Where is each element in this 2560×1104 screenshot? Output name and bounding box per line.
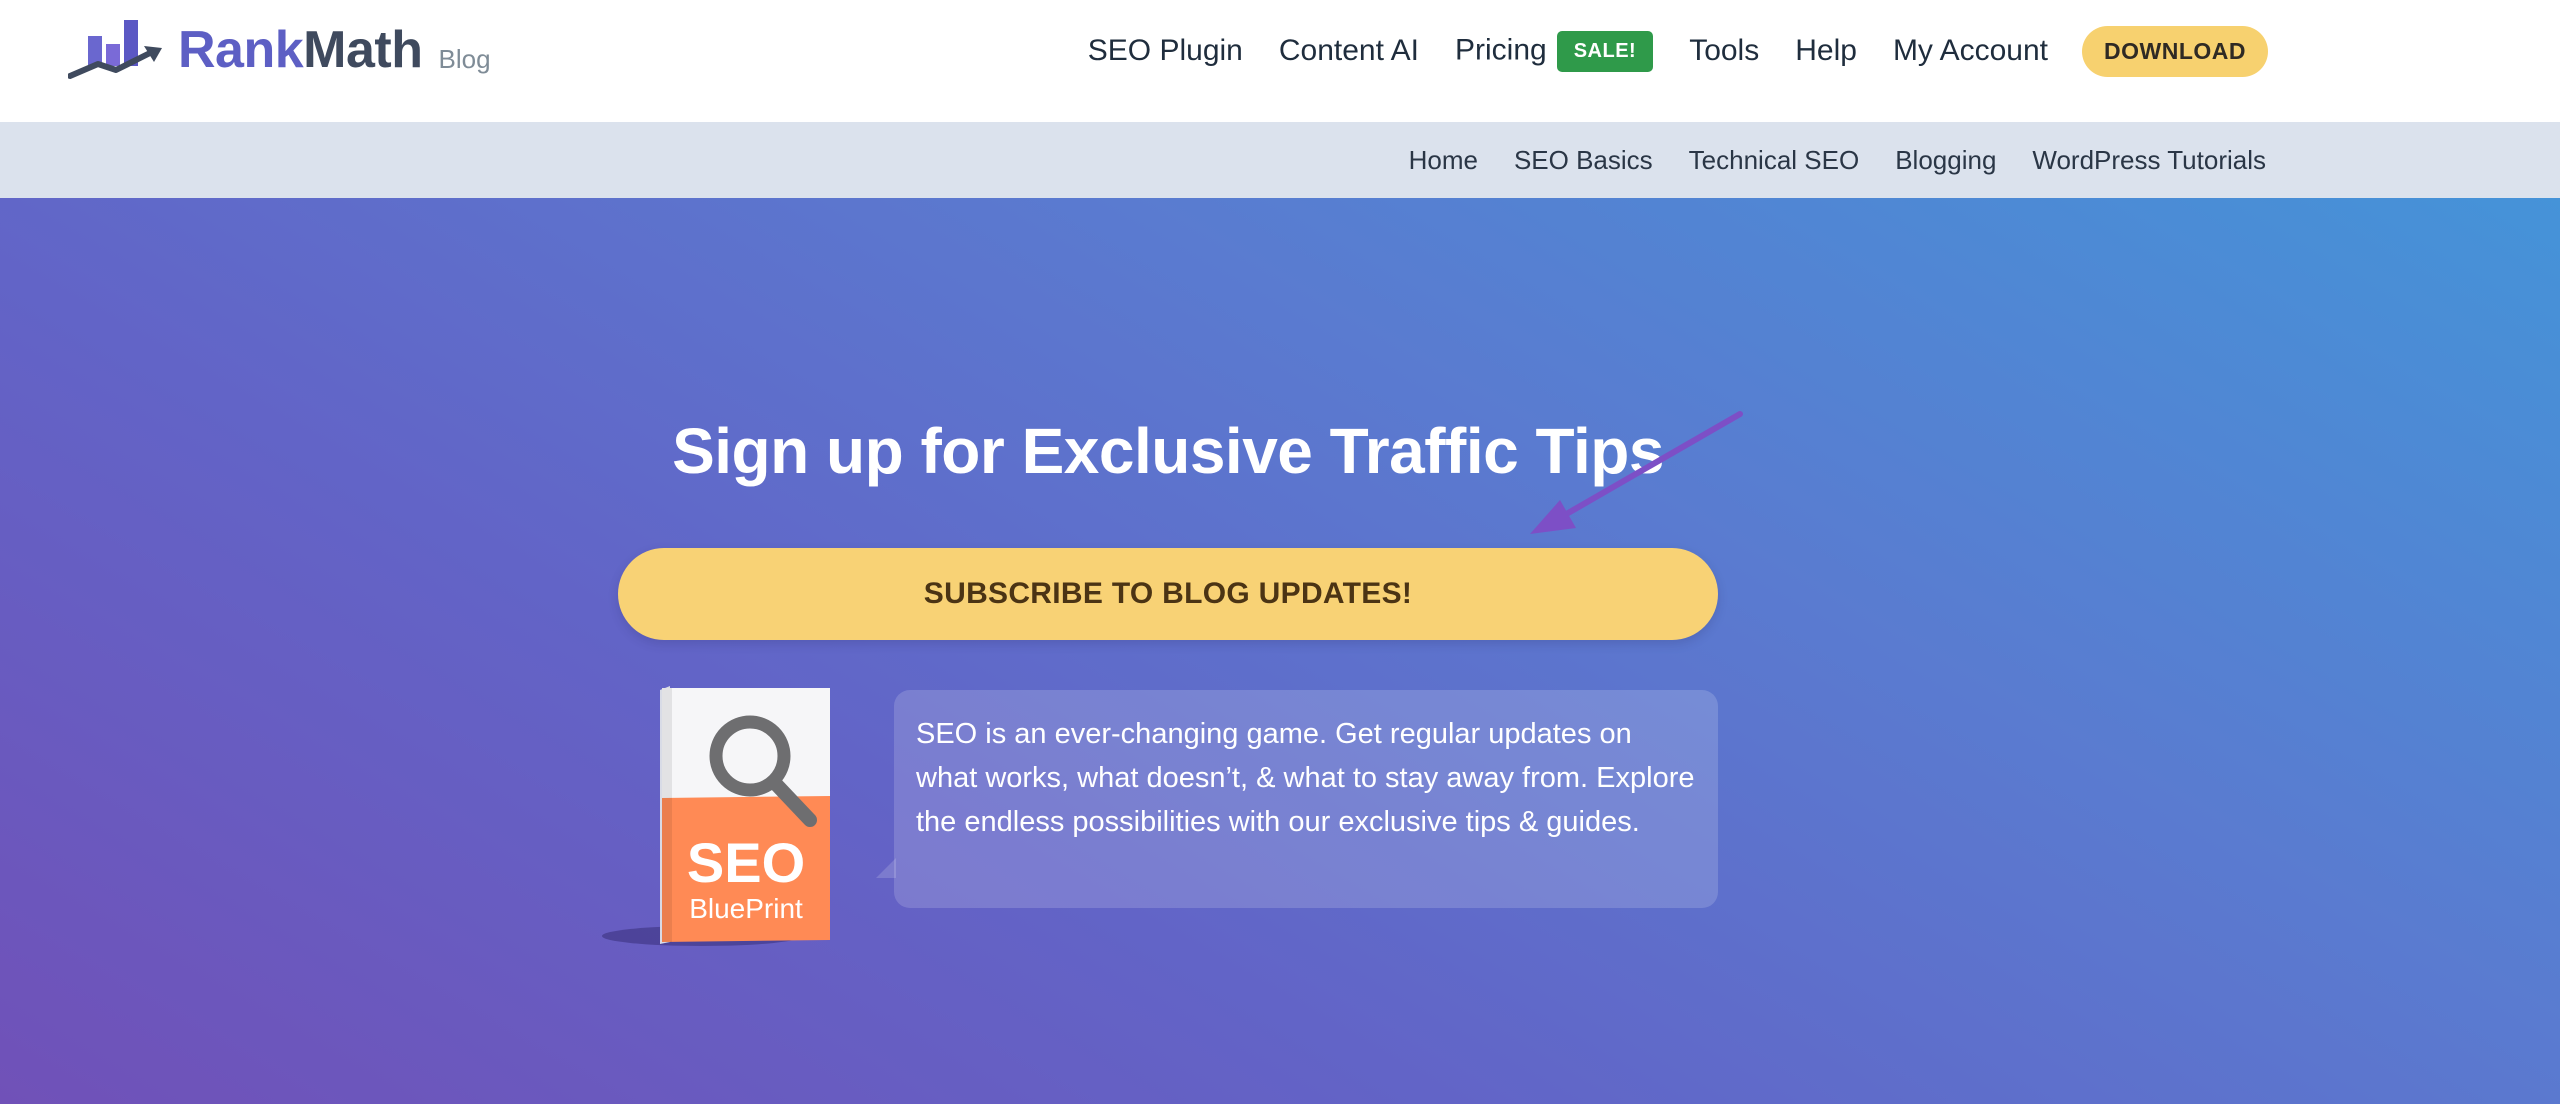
logo-math-text: Math <box>303 21 423 79</box>
subnav-technical-seo[interactable]: Technical SEO <box>1689 145 1860 176</box>
nav-content-ai[interactable]: Content AI <box>1279 34 1419 68</box>
sale-badge: SALE! <box>1556 30 1654 72</box>
book-subtitle: BluePrint <box>689 893 803 924</box>
sub-nav: Home SEO Basics Technical SEO Blogging W… <box>1409 122 2266 198</box>
subnav-blogging[interactable]: Blogging <box>1895 145 1996 176</box>
nav-pricing[interactable]: Pricing SALE! <box>1454 30 1654 72</box>
logo-section-label: Blog <box>438 43 491 74</box>
subscribe-button[interactable]: SUBSCRIBE TO BLOG UPDATES! <box>618 548 1718 640</box>
book-title: SEO <box>687 831 805 894</box>
newsletter-hero: Sign up for Exclusive Traffic Tips SUBSC… <box>0 198 2560 1104</box>
nav-my-account[interactable]: My Account <box>1893 34 2048 68</box>
subnav-wordpress-tutorials[interactable]: WordPress Tutorials <box>2032 145 2266 176</box>
seo-blueprint-book-image: SEO BluePrint <box>602 686 830 946</box>
subnav-seo-basics[interactable]: SEO Basics <box>1514 145 1653 176</box>
hero-title: Sign up for Exclusive Traffic Tips <box>672 415 1664 487</box>
download-button[interactable]: DOWNLOAD <box>2082 25 2268 77</box>
main-nav: SEO Plugin Content AI Pricing SALE! Tools… <box>1088 25 2268 77</box>
subnav-home[interactable]: Home <box>1409 145 1478 176</box>
logo-rank-text: Rank <box>178 21 304 79</box>
nav-seo-plugin[interactable]: SEO Plugin <box>1088 34 1243 68</box>
speech-bubble-tail <box>876 858 896 878</box>
sub-header: Home SEO Basics Technical SEO Blogging W… <box>0 122 2560 198</box>
description-bubble: SEO is an ever-changing game. Get regula… <box>894 690 1718 908</box>
nav-help[interactable]: Help <box>1795 34 1857 68</box>
logo-wordmark: RankMath <box>178 21 423 79</box>
top-header: RankMath Blog SEO Plugin Content AI Pric… <box>0 0 2560 122</box>
site-logo[interactable]: RankMath Blog <box>68 18 491 82</box>
nav-pricing-label: Pricing <box>1454 32 1547 66</box>
rankmath-logo-icon <box>68 20 162 79</box>
hero-description: SEO is an ever-changing game. Get regula… <box>916 718 1695 838</box>
pointer-arrow-icon <box>1530 411 1743 534</box>
nav-tools[interactable]: Tools <box>1689 34 1759 68</box>
